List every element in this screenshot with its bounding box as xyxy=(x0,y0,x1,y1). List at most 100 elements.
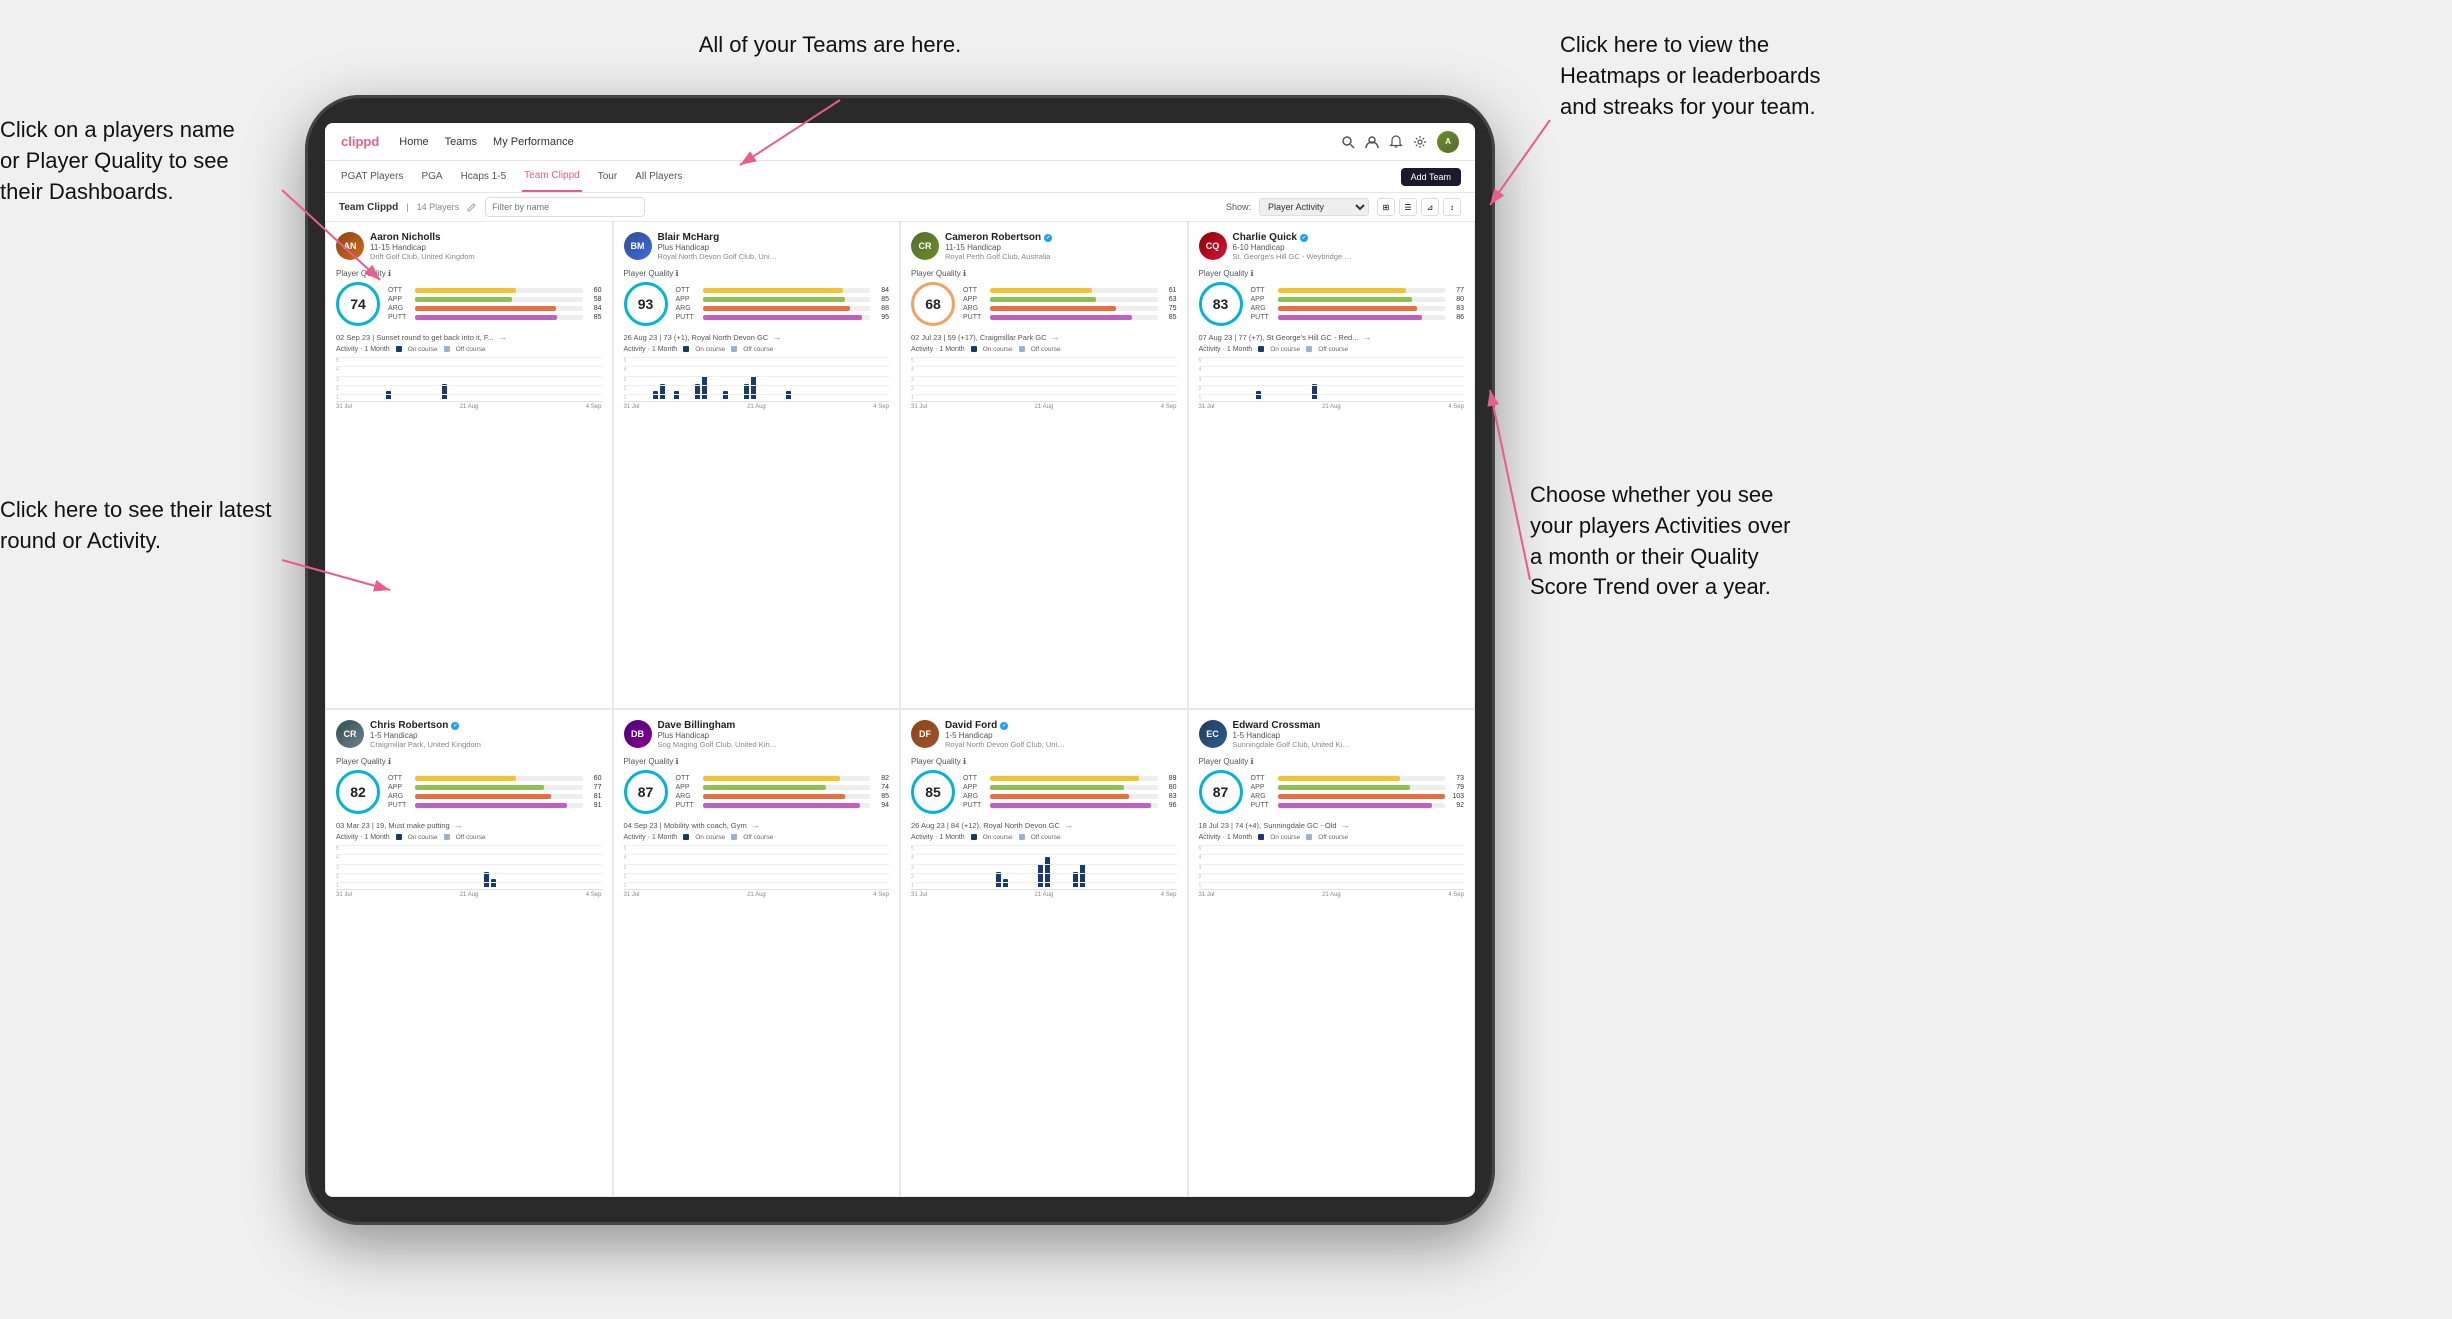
nav-home[interactable]: Home xyxy=(399,136,428,148)
stat-bar-ott xyxy=(990,288,1092,293)
verified-badge: ✓ xyxy=(1000,722,1008,730)
add-team-button[interactable]: Add Team xyxy=(1401,168,1461,186)
date-end: 4 Sep xyxy=(1448,892,1464,898)
nav-links: Home Teams My Performance xyxy=(399,136,573,148)
player-card: AN Aaron Nicholls 11-15 Handicap Drift G… xyxy=(325,221,613,709)
quality-circle[interactable]: 87 xyxy=(624,770,668,814)
player-card: EC Edward Crossman 1-5 Handicap Sunningd… xyxy=(1188,709,1476,1197)
nav-performance[interactable]: My Performance xyxy=(493,136,574,148)
player-name[interactable]: Blair McHarg xyxy=(658,232,890,243)
player-header: AN Aaron Nicholls 11-15 Handicap Drift G… xyxy=(336,232,602,261)
tab-all-players[interactable]: All Players xyxy=(633,161,684,192)
player-club: Sog Maging Golf Club, United Kingdom xyxy=(658,740,778,749)
quality-circle[interactable]: 85 xyxy=(911,770,955,814)
quality-circle[interactable]: 74 xyxy=(336,282,380,326)
tab-tour[interactable]: Tour xyxy=(596,161,619,192)
sort-button[interactable]: ↕ xyxy=(1443,198,1461,216)
stat-bar-bg-putt xyxy=(703,803,871,808)
stat-bar-arg xyxy=(415,306,556,311)
legend-on-text: On course xyxy=(695,834,725,841)
tab-pgat[interactable]: PGAT Players xyxy=(339,161,405,192)
player-info: Charlie Quick ✓ 6-10 Handicap St. George… xyxy=(1233,232,1465,261)
stat-bar-bg-arg xyxy=(990,306,1158,311)
stat-bar-putt xyxy=(415,803,567,808)
activity-section: Activity · 1 Month On course Off course … xyxy=(336,834,602,898)
grid-view-button[interactable]: ⊞ xyxy=(1377,198,1395,216)
player-name[interactable]: Chris Robertson ✓ xyxy=(370,720,602,731)
nav-teams[interactable]: Teams xyxy=(445,136,477,148)
filter-button[interactable]: ⊿ xyxy=(1421,198,1439,216)
stat-value-arg: 84 xyxy=(586,305,602,312)
legend-off-text: Off course xyxy=(1318,834,1348,841)
activity-legend: On course Off course xyxy=(971,346,1061,353)
quality-label: Player Quality ℹ xyxy=(911,269,1177,278)
quality-circle[interactable]: 93 xyxy=(624,282,668,326)
stat-value-putt: 95 xyxy=(873,314,889,321)
stat-bar-bg-app xyxy=(703,297,871,302)
latest-round[interactable]: 18 Jul 23 | 74 (+4), Sunningdale GC - Ol… xyxy=(1199,820,1465,830)
edit-icon[interactable] xyxy=(467,202,477,212)
search-input[interactable] xyxy=(485,197,645,217)
stat-row-ott: OTT 77 xyxy=(1251,287,1465,294)
latest-round[interactable]: 03 Mar 23 | 19, Must make putting → xyxy=(336,820,602,830)
stat-label-putt: PUTT xyxy=(1251,314,1275,321)
stat-value-arg: 103 xyxy=(1448,793,1464,800)
latest-round[interactable]: 02 Sep 23 | Sunset round to get back int… xyxy=(336,332,602,342)
latest-round-arrow: → xyxy=(1341,820,1350,830)
stat-bar-bg-app xyxy=(1278,785,1446,790)
stat-bar-bg-app xyxy=(415,297,583,302)
settings-icon[interactable] xyxy=(1413,135,1427,149)
quality-circle[interactable]: 87 xyxy=(1199,770,1243,814)
quality-circle[interactable]: 82 xyxy=(336,770,380,814)
bell-icon[interactable] xyxy=(1389,135,1403,149)
player-info: David Ford ✓ 1-5 Handicap Royal North De… xyxy=(945,720,1177,749)
player-name[interactable]: Dave Billingham xyxy=(658,720,890,731)
player-name[interactable]: Charlie Quick ✓ xyxy=(1233,232,1465,243)
player-avatar: CQ xyxy=(1199,232,1227,260)
tab-bar: PGAT Players PGA Hcaps 1-5 Team Clippd T… xyxy=(325,161,1475,193)
quality-circle[interactable]: 68 xyxy=(911,282,955,326)
player-name[interactable]: Aaron Nicholls xyxy=(370,232,602,243)
activity-label: Activity · 1 Month On course Off course xyxy=(1199,346,1465,353)
stat-bar-ott xyxy=(703,288,844,293)
player-info: Blair McHarg Plus Handicap Royal North D… xyxy=(658,232,890,261)
stat-value-arg: 81 xyxy=(586,793,602,800)
quality-section: 93 OTT 84 APP xyxy=(624,282,890,326)
user-icon[interactable] xyxy=(1365,135,1379,149)
latest-round[interactable]: 07 Aug 23 | 77 (+7), St George's Hill GC… xyxy=(1199,332,1465,342)
latest-round[interactable]: 26 Aug 23 | 84 (+12), Royal North Devon … xyxy=(911,820,1177,830)
legend-on-course xyxy=(1258,834,1264,840)
legend-off-course xyxy=(731,834,737,840)
stat-value-ott: 89 xyxy=(1161,775,1177,782)
user-avatar[interactable]: A xyxy=(1437,131,1459,153)
latest-round[interactable]: 04 Sep 23 | Mobility with coach, Gym → xyxy=(624,820,890,830)
stat-value-app: 85 xyxy=(873,296,889,303)
tab-team-clippd[interactable]: Team Clippd xyxy=(522,161,582,192)
stat-row-arg: ARG 84 xyxy=(388,305,602,312)
player-name[interactable]: Edward Crossman xyxy=(1233,720,1465,731)
player-info: Dave Billingham Plus Handicap Sog Maging… xyxy=(658,720,890,749)
list-view-button[interactable]: ☰ xyxy=(1399,198,1417,216)
verified-badge: ✓ xyxy=(451,722,459,730)
activity-chart: 5 4 3 2 1 xyxy=(1199,845,1465,890)
player-name[interactable]: Cameron Robertson ✓ xyxy=(945,232,1177,243)
legend-off-text: Off course xyxy=(1318,346,1348,353)
stat-bar-bg-putt xyxy=(1278,803,1446,808)
show-select[interactable]: Player Activity Quality Score Trend xyxy=(1259,198,1369,216)
legend-off-text: Off course xyxy=(456,346,486,353)
latest-round[interactable]: 26 Aug 23 | 73 (+1), Royal North Devon G… xyxy=(624,332,890,342)
quality-circle[interactable]: 83 xyxy=(1199,282,1243,326)
search-icon[interactable] xyxy=(1341,135,1355,149)
tab-pga[interactable]: PGA xyxy=(419,161,444,192)
stat-row-app: APP 63 xyxy=(963,296,1177,303)
latest-round[interactable]: 02 Jul 23 | 59 (+17), Craigmillar Park G… xyxy=(911,332,1177,342)
player-name[interactable]: David Ford ✓ xyxy=(945,720,1177,731)
stat-label-ott: OTT xyxy=(963,775,987,782)
activity-label: Activity · 1 Month On course Off course xyxy=(911,346,1177,353)
stat-value-arg: 83 xyxy=(1448,305,1464,312)
stat-label-ott: OTT xyxy=(388,775,412,782)
stat-bar-bg-ott xyxy=(990,288,1158,293)
tab-hcaps[interactable]: Hcaps 1-5 xyxy=(459,161,509,192)
date-mid: 21 Aug xyxy=(747,892,766,898)
legend-on-text: On course xyxy=(1270,346,1300,353)
